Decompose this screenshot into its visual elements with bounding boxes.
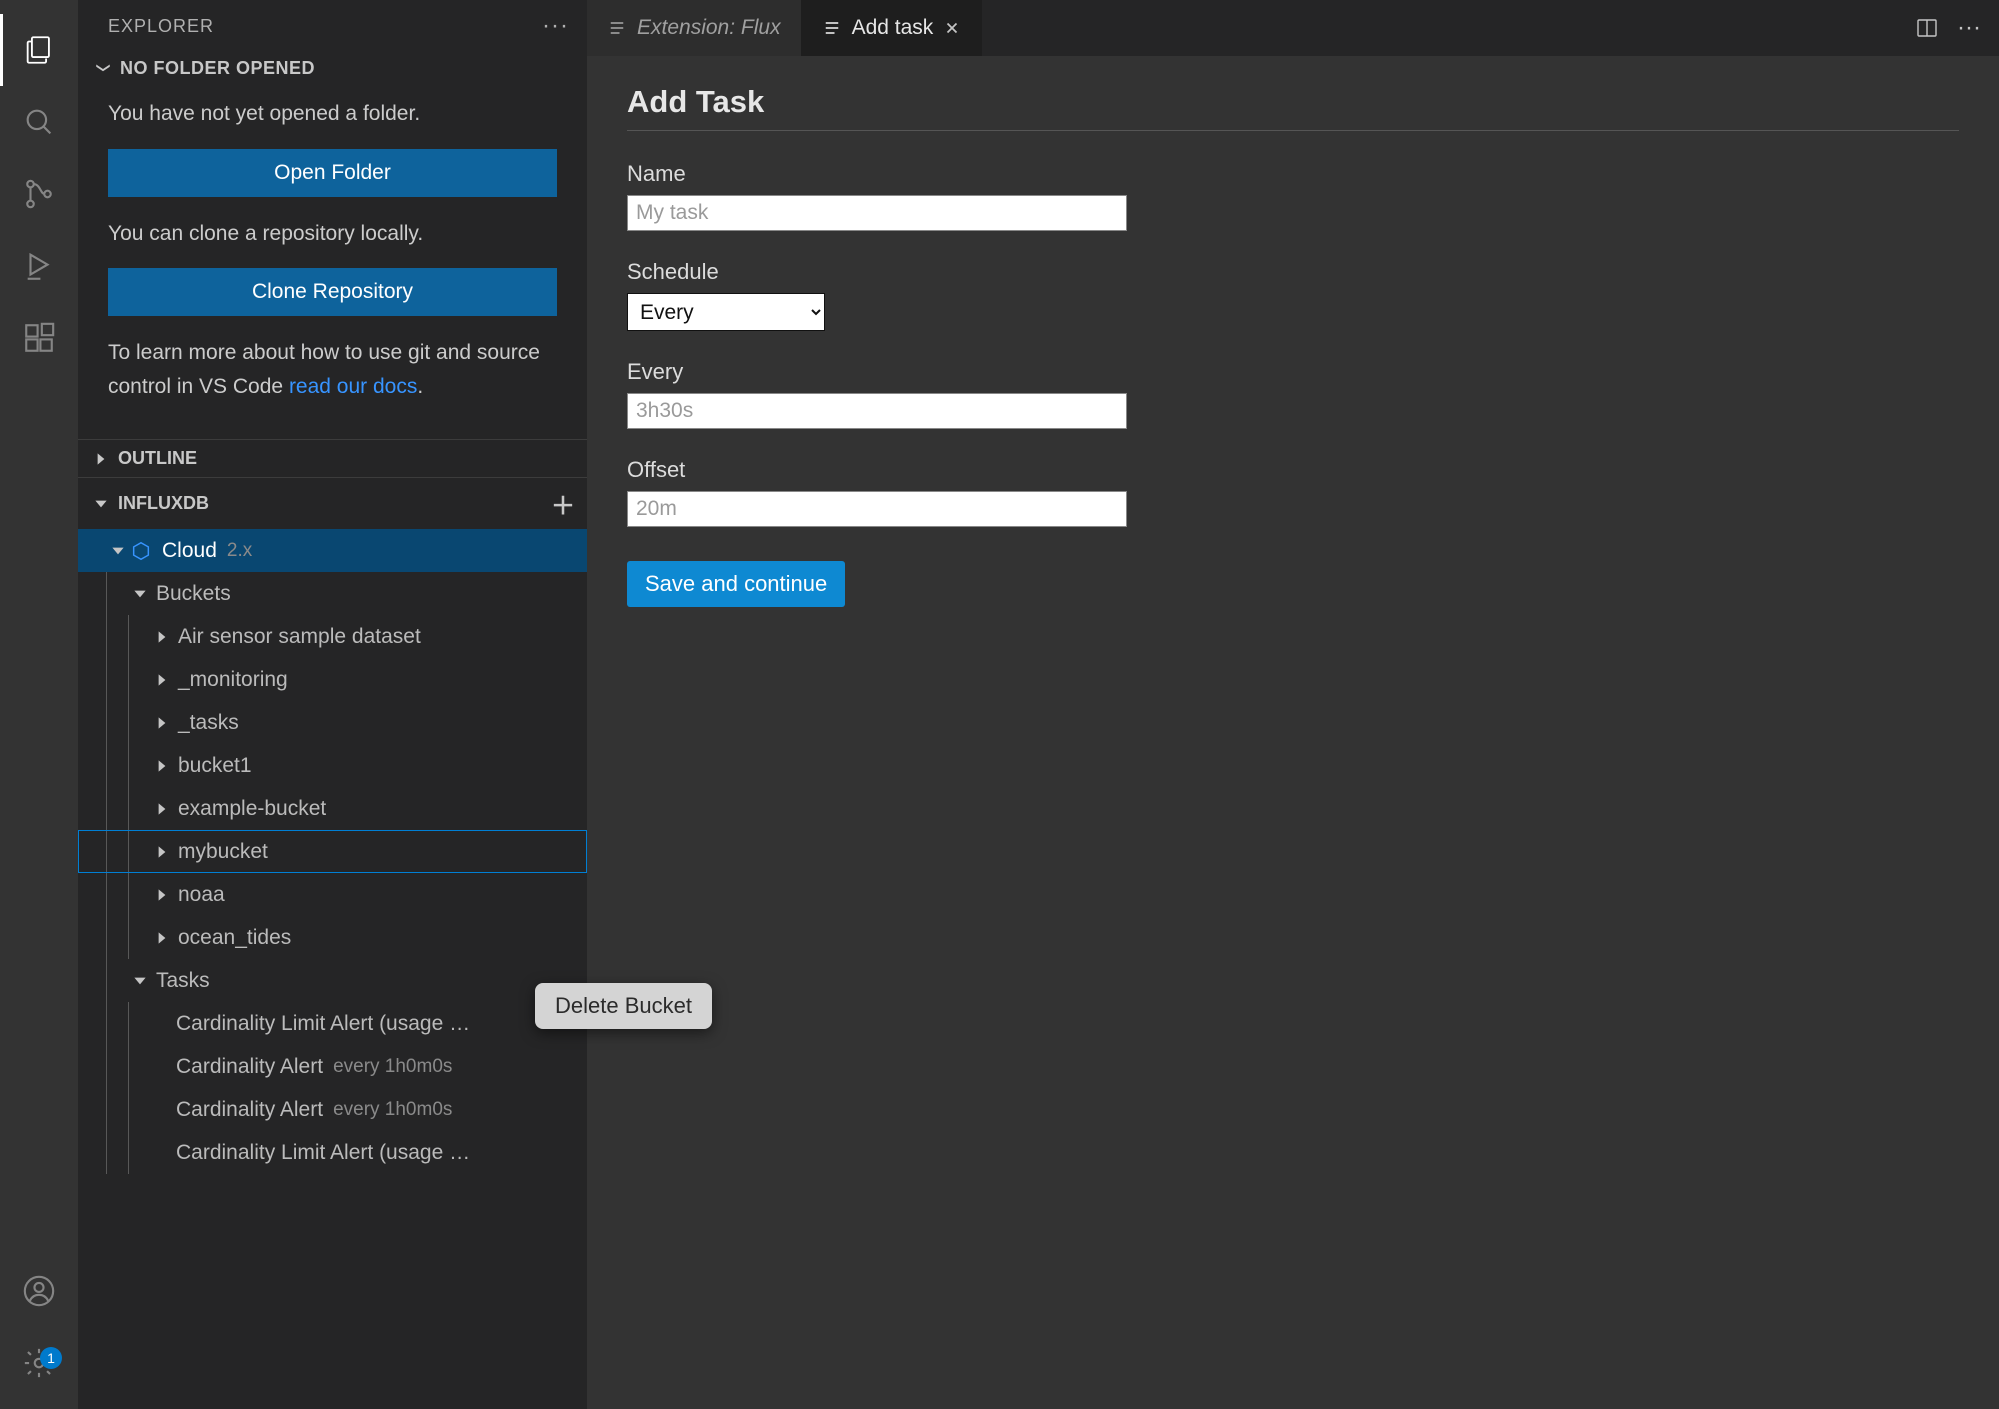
chevron-right-icon (150, 800, 174, 818)
bucket-item[interactable]: _tasks (78, 701, 587, 744)
chevron-down-icon (128, 972, 152, 990)
run-debug-icon[interactable] (0, 230, 78, 302)
explorer-title: EXPLORER (108, 16, 214, 37)
read-docs-link[interactable]: read our docs (289, 375, 417, 398)
clone-repo-button[interactable]: Clone Repository (108, 268, 557, 316)
list-icon (822, 18, 842, 38)
task-item[interactable]: Cardinality Limit Alert (usage … (78, 1002, 587, 1045)
clone-message: You can clone a repository locally. (108, 217, 557, 251)
list-icon (607, 18, 627, 38)
influxdb-section[interactable]: INFLUXDB ＋ (78, 477, 587, 529)
cloud-connection-row[interactable]: Cloud 2.x (78, 529, 587, 572)
buckets-row[interactable]: Buckets (78, 572, 587, 615)
bucket-item-mybucket[interactable]: mybucket (78, 830, 587, 873)
tab-extension-flux[interactable]: Extension: Flux (587, 0, 802, 56)
every-label: Every (627, 359, 1959, 385)
name-label: Name (627, 161, 1959, 187)
open-folder-button[interactable]: Open Folder (108, 149, 557, 197)
name-input[interactable] (627, 195, 1127, 231)
split-editor-icon[interactable] (1915, 16, 1939, 40)
outline-section[interactable]: OUTLINE (78, 439, 587, 477)
bucket-item[interactable]: ocean_tides (78, 916, 587, 959)
chevron-down-icon (106, 542, 130, 560)
offset-input[interactable] (627, 491, 1127, 527)
close-icon[interactable] (943, 19, 961, 37)
editor-area: Extension: Flux Add task ··· Add Task Na… (587, 0, 1999, 1409)
task-item[interactable]: Cardinality Alert every 1h0m0s (78, 1045, 587, 1088)
page-title: Add Task (627, 84, 1959, 131)
bucket-item[interactable]: bucket1 (78, 744, 587, 787)
bucket-item[interactable]: noaa (78, 873, 587, 916)
no-folder-heading[interactable]: NO FOLDER OPENED (78, 52, 587, 85)
extensions-icon[interactable] (0, 302, 78, 374)
editor-more-icon[interactable]: ··· (1957, 14, 1981, 42)
activity-bar: 1 (0, 0, 78, 1409)
chevron-right-icon (150, 671, 174, 689)
every-input[interactable] (627, 393, 1127, 429)
task-item[interactable]: Cardinality Alert every 1h0m0s (78, 1088, 587, 1131)
chevron-right-icon (150, 714, 174, 732)
task-item[interactable]: Cardinality Limit Alert (usage … (78, 1131, 587, 1174)
search-icon[interactable] (0, 86, 78, 158)
bucket-item[interactable]: Air sensor sample dataset (78, 615, 587, 658)
bucket-item[interactable]: example-bucket (78, 787, 587, 830)
no-folder-message: You have not yet opened a folder. (108, 97, 557, 131)
source-control-icon[interactable] (0, 158, 78, 230)
explorer-icon[interactable] (0, 14, 78, 86)
context-menu[interactable]: Delete Bucket (535, 983, 712, 1029)
hexagon-icon (130, 540, 152, 562)
settings-badge: 1 (40, 1347, 62, 1369)
chevron-right-icon (150, 757, 174, 775)
accounts-icon[interactable] (0, 1255, 78, 1327)
influxdb-add-icon[interactable]: ＋ (551, 486, 575, 521)
chevron-right-icon (150, 929, 174, 947)
schedule-label: Schedule (627, 259, 1959, 285)
bucket-item[interactable]: _monitoring (78, 658, 587, 701)
influxdb-tree: Cloud 2.x Buckets Air sensor sample data… (78, 529, 587, 1409)
explorer-more-icon[interactable]: ··· (542, 12, 569, 40)
delete-bucket-menu-item[interactable]: Delete Bucket (555, 993, 692, 1018)
tasks-row[interactable]: Tasks (78, 959, 587, 1002)
tab-bar: Extension: Flux Add task ··· (587, 0, 1999, 56)
settings-gear-icon[interactable]: 1 (0, 1327, 78, 1399)
offset-label: Offset (627, 457, 1959, 483)
chevron-right-icon (150, 886, 174, 904)
chevron-right-icon (150, 628, 174, 646)
explorer-sidebar: EXPLORER ··· NO FOLDER OPENED You have n… (78, 0, 587, 1409)
chevron-right-icon (150, 843, 174, 861)
git-help-text: To learn more about how to use git and s… (108, 336, 557, 403)
schedule-select[interactable]: Every (627, 293, 825, 331)
chevron-down-icon (128, 585, 152, 603)
tab-add-task[interactable]: Add task (802, 0, 983, 56)
save-and-continue-button[interactable]: Save and continue (627, 561, 845, 607)
